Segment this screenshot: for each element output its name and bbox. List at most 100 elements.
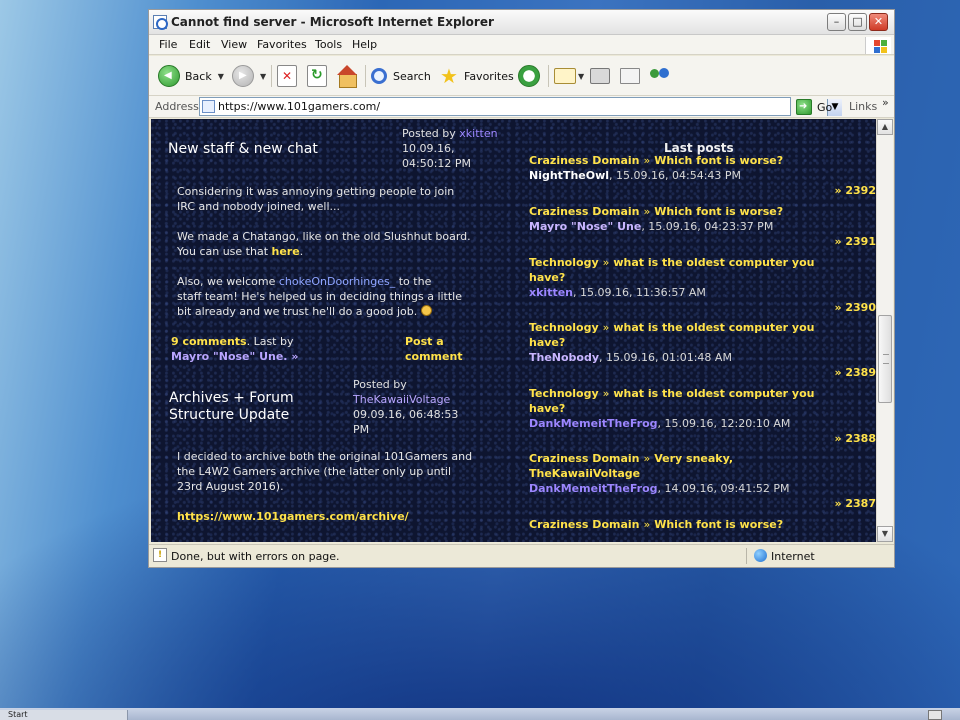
post-timestamp: , 15.09.16, 04:54:43 PM [609, 169, 742, 182]
ie-app-icon[interactable] [153, 15, 168, 30]
post-paragraph: We made a Chatango, like on the old Slus… [177, 229, 522, 259]
vertical-scrollbar[interactable]: ▲ ▼ [876, 119, 893, 542]
forum-category-link[interactable]: Technology [529, 387, 599, 400]
menu-edit[interactable]: Edit [189, 38, 210, 51]
topic-link-continued[interactable]: have? [529, 401, 876, 416]
address-url[interactable]: https://www.101gamers.com/ [218, 100, 380, 113]
post-user-link[interactable]: xkitten [529, 286, 573, 299]
post-comment-label[interactable]: comment [405, 350, 463, 363]
start-button[interactable]: Start [0, 710, 128, 720]
topic-link[interactable]: what is the oldest computer you [613, 256, 814, 269]
post-paragraph: Also, we welcome chokeOnDoorhinges_ to t… [177, 274, 522, 319]
last-post-author-line: DankMemeitTheFrog, 14.09.16, 09:41:52 PM [529, 481, 876, 496]
post-comment-label[interactable]: Post a [405, 335, 444, 348]
post-timestamp: , 15.09.16, 01:01:48 AM [599, 351, 732, 364]
address-input[interactable]: https://www.101gamers.com/ ▼ [199, 97, 842, 116]
scroll-up-icon[interactable]: ▲ [877, 119, 893, 135]
forum-category-link[interactable]: Craziness Domain [529, 154, 639, 167]
edit-page-icon [620, 68, 640, 84]
post-user-link[interactable]: NightTheOwl [529, 169, 609, 182]
user-link[interactable]: chokeOnDoorhinges_ [279, 275, 395, 288]
last-by-arrow[interactable]: » [291, 350, 298, 363]
menu-favorites[interactable]: Favorites [257, 38, 307, 51]
links-chevron-icon[interactable]: » [882, 96, 889, 109]
close-button[interactable]: ✕ [869, 13, 888, 31]
refresh-button[interactable] [307, 64, 327, 88]
forward-button[interactable]: ▼ [232, 64, 266, 88]
topic-link-continued[interactable]: have? [529, 335, 876, 350]
edit-button[interactable] [620, 64, 640, 88]
last-post-author-line: TheNobody, 15.09.16, 01:01:48 AM [529, 350, 876, 365]
last-post-item: Craziness Domain» Which font is worse? Nig… [529, 153, 876, 197]
topic-link-continued[interactable]: have? [529, 270, 876, 285]
last-post-topic-line: Technology» what is the oldest computer y… [529, 255, 876, 270]
maximize-button[interactable]: □ [848, 13, 867, 31]
post-user-link[interactable]: DankMemeitTheFrog [529, 417, 658, 430]
stop-button[interactable] [277, 64, 297, 88]
favorites-button[interactable]: ★ Favorites [438, 64, 514, 88]
last-post-item: Technology» what is the oldest computer y… [529, 386, 876, 445]
address-label: Address [155, 100, 199, 113]
comments-link[interactable]: 9 comments [171, 335, 247, 348]
post-number-link[interactable]: » 2389 [834, 365, 876, 380]
posted-by-label: Posted by [402, 127, 456, 140]
post-text-line: staff team! He's helped us in deciding t… [177, 290, 463, 303]
post-comment-link[interactable]: Post a comment [405, 334, 505, 364]
topic-link[interactable]: Which font is worse? [654, 205, 783, 218]
topic-link-continued[interactable]: TheKawaiiVoltage [529, 466, 876, 481]
post-author-link[interactable]: xkitten [459, 127, 497, 140]
post-paragraph: Considering it was annoying getting peop… [177, 184, 517, 214]
mail-button[interactable]: ▼ [554, 64, 584, 88]
forum-category-link[interactable]: Craziness Domain [529, 205, 639, 218]
last-by-user-link[interactable]: Mayro "Nose" Une. [171, 350, 287, 363]
post-text-line: We made a Chatango, like on the old Slus… [177, 230, 471, 243]
topic-link[interactable]: Which font is worse? [654, 154, 783, 167]
history-button[interactable] [518, 64, 540, 88]
search-button[interactable]: Search [371, 64, 431, 88]
post-number-link[interactable]: » 2387 [834, 496, 876, 511]
last-post-item: Technology» what is the oldest computer y… [529, 320, 876, 379]
forum-category-link[interactable]: Craziness Domain [529, 452, 639, 465]
scroll-down-icon[interactable]: ▼ [877, 526, 893, 542]
tray-icon[interactable] [928, 710, 942, 720]
post-user-link[interactable]: TheNobody [529, 351, 599, 364]
chatango-link[interactable]: here [272, 245, 300, 258]
mail-dropdown-icon[interactable]: ▼ [578, 72, 584, 81]
forum-category-link[interactable]: Craziness Domain [529, 518, 639, 531]
history-icon [518, 65, 540, 87]
archive-link[interactable]: https://www.101gamers.com/archive/ [177, 510, 409, 523]
topic-link[interactable]: what is the oldest computer you [613, 321, 814, 334]
topic-link[interactable]: what is the oldest computer you [613, 387, 814, 400]
post-number-link[interactable]: » 2392 [834, 183, 876, 198]
menu-file[interactable]: File [159, 38, 177, 51]
topic-link[interactable]: Very sneaky, [654, 452, 733, 465]
back-button[interactable]: Back ▼ [158, 64, 224, 88]
messenger-button[interactable] [649, 64, 671, 88]
topic-link[interactable]: Which font is worse? [654, 518, 783, 531]
go-button[interactable]: Go [796, 98, 832, 116]
post-user-link[interactable]: DankMemeitTheFrog [529, 482, 658, 495]
print-button[interactable] [590, 64, 610, 88]
links-label[interactable]: Links [849, 100, 877, 113]
post-user-link[interactable]: Mayro "Nose" Une [529, 220, 641, 233]
menu-tools[interactable]: Tools [315, 38, 342, 51]
minimize-button[interactable]: – [827, 13, 846, 31]
windows-flag-icon [865, 37, 891, 54]
scroll-thumb[interactable] [878, 315, 892, 403]
home-button[interactable] [336, 64, 358, 88]
post-author-link[interactable]: TheKawaiiVoltage [353, 393, 450, 406]
error-warning-icon[interactable]: ! [153, 548, 167, 562]
post-text-punct: . [299, 245, 304, 258]
post-number-link[interactable]: » 2391 [834, 234, 876, 249]
back-dropdown-icon[interactable]: ▼ [218, 72, 224, 81]
forward-dropdown-icon[interactable]: ▼ [260, 72, 266, 81]
forum-category-link[interactable]: Technology [529, 256, 599, 269]
menu-view[interactable]: View [221, 38, 247, 51]
post-number-link[interactable]: » 2390 [834, 300, 876, 315]
forward-arrow-icon [232, 65, 254, 87]
menu-bar: File Edit View Favorites Tools Help [149, 35, 894, 55]
menu-help[interactable]: Help [352, 38, 377, 51]
title-bar[interactable]: Cannot find server - Microsoft Internet … [149, 10, 894, 35]
post-number-link[interactable]: » 2388 [834, 431, 876, 446]
forum-category-link[interactable]: Technology [529, 321, 599, 334]
